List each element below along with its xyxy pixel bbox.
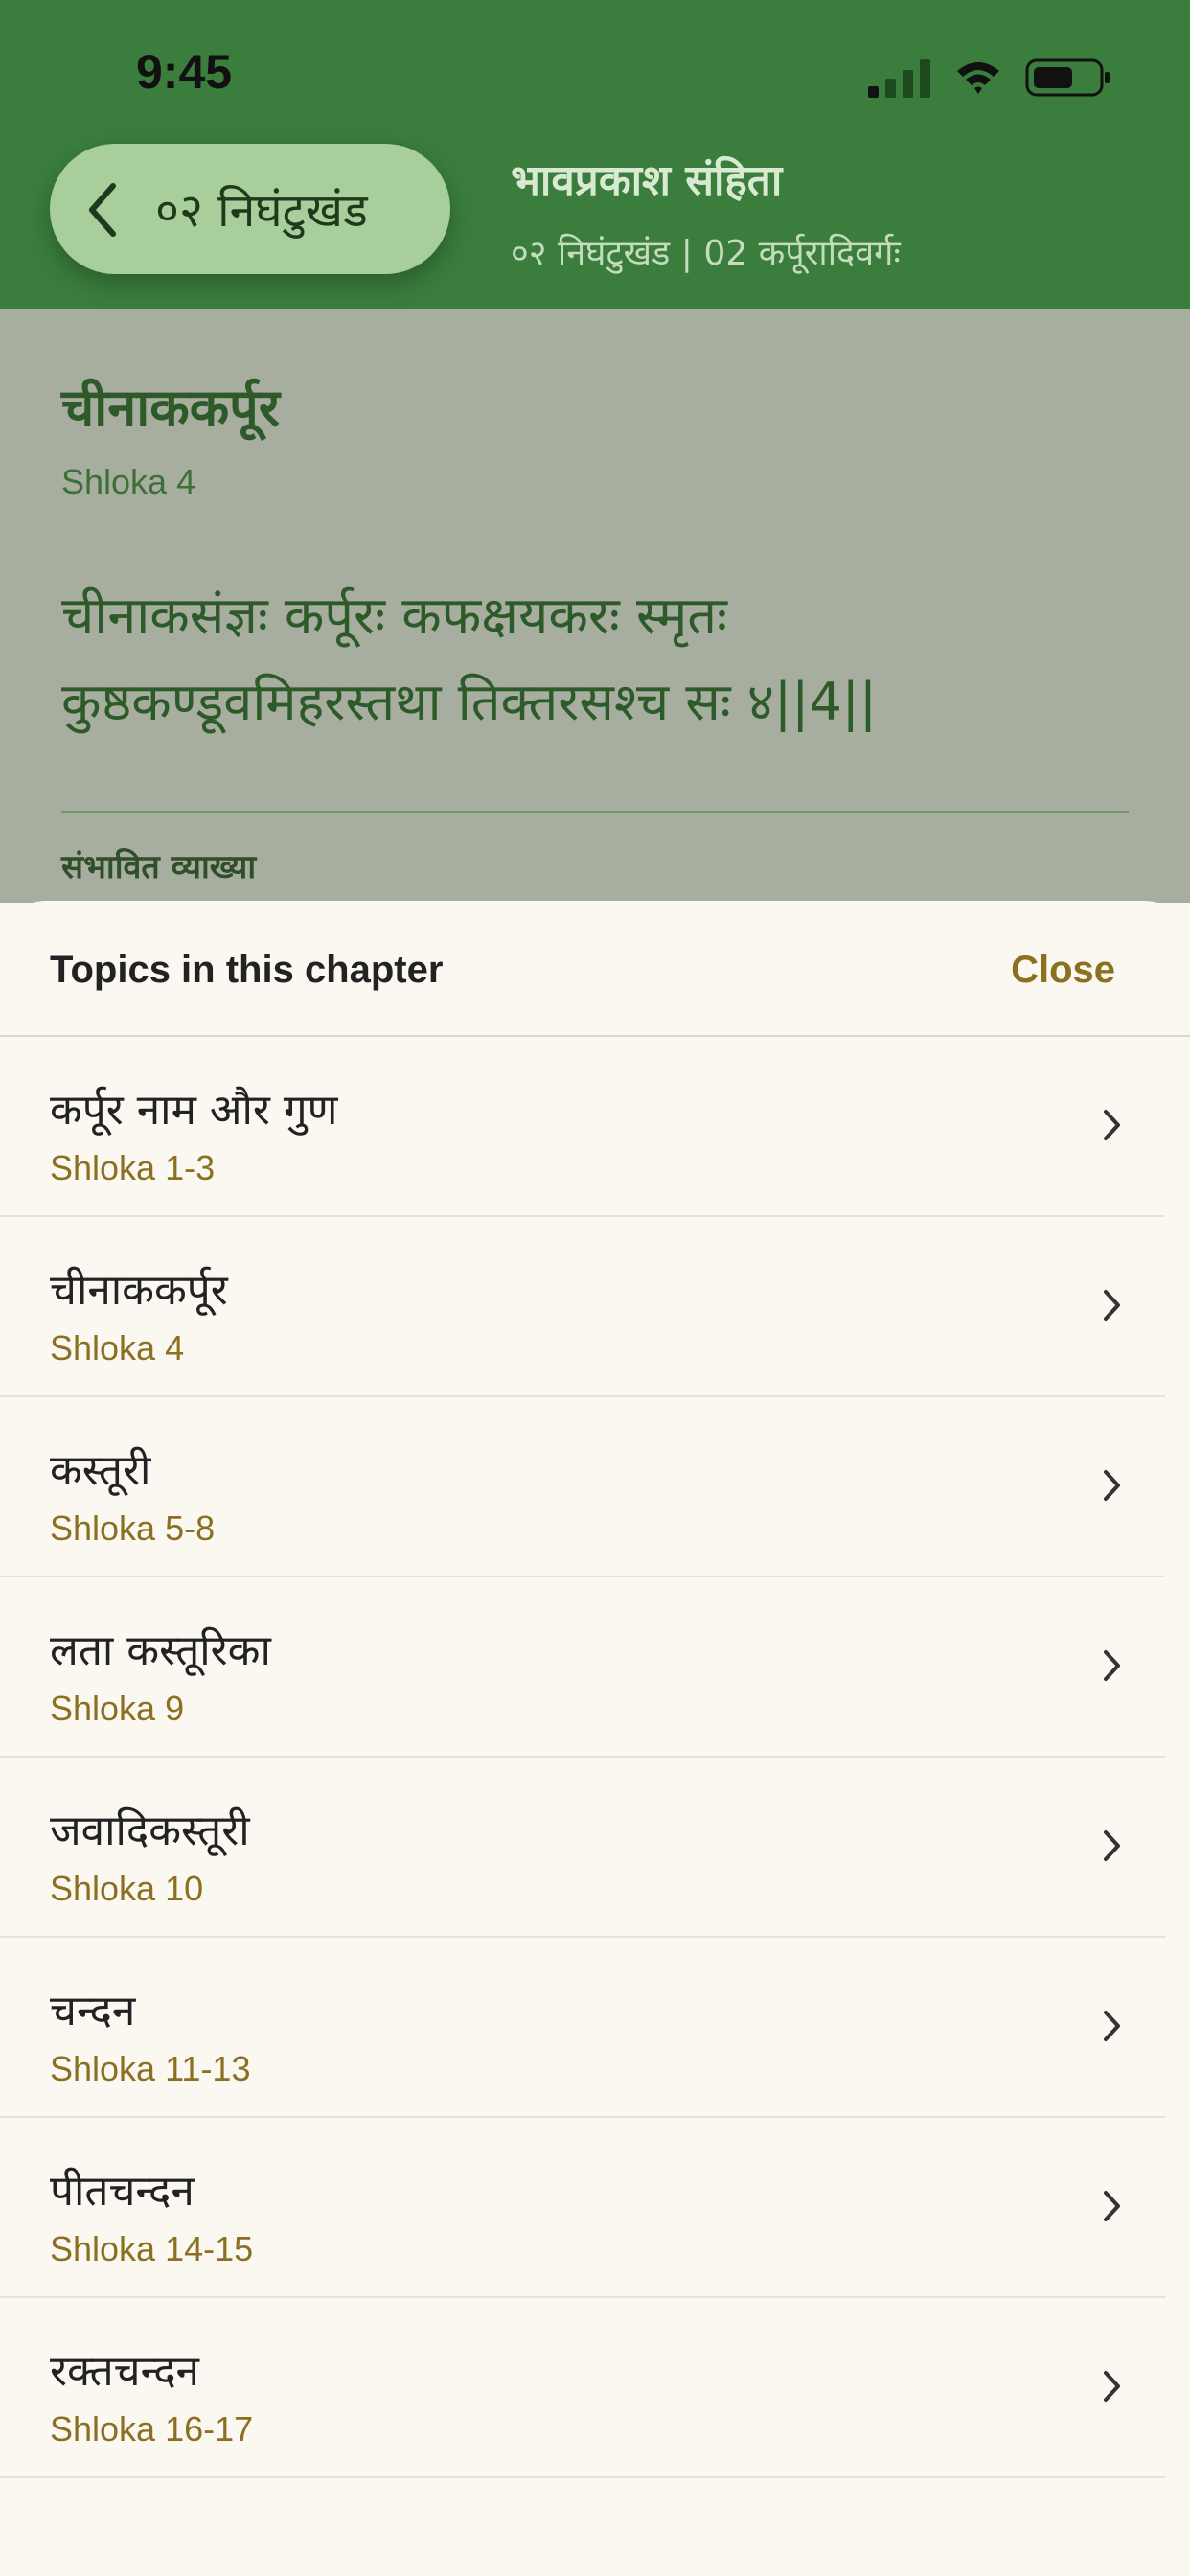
topic-shloka-range: Shloka 14-15 xyxy=(50,2229,254,2268)
chevron-right-icon xyxy=(1104,2371,1120,2402)
topic-name: जवादिकस्तूरी xyxy=(50,1806,250,1855)
chevron-right-icon xyxy=(1104,2011,1120,2041)
sheet-header: Topics in this chapter Close xyxy=(0,901,1190,1037)
topic-shloka-range: Shloka 9 xyxy=(50,1689,185,1728)
page-subtitle: ०२ निघंटुखंड | 02 कर्पूरादिवर्गः xyxy=(511,234,901,273)
topic-row[interactable]: पीतचन्दन Shloka 14-15 xyxy=(0,2118,1165,2298)
topic-shloka-range: Shloka 10 xyxy=(50,1869,204,1908)
topic-name: चीनाककर्पूर xyxy=(50,1266,228,1315)
chevron-right-icon xyxy=(1104,1650,1120,1681)
wifi-icon xyxy=(957,62,999,94)
topic-title: चीनाककर्पूर xyxy=(61,378,280,438)
topic-name: चन्दन xyxy=(50,1987,136,2036)
cellular-signal-icon xyxy=(868,59,930,98)
chevron-right-icon xyxy=(1104,1830,1120,1861)
chevron-right-icon xyxy=(1104,2191,1120,2221)
close-button[interactable]: Close xyxy=(1011,949,1115,992)
topic-shloka-range: Shloka 1-3 xyxy=(50,1148,216,1187)
chevron-right-icon xyxy=(1104,1290,1120,1321)
topic-name: लता कस्तूरिका xyxy=(50,1626,271,1675)
topic-row[interactable]: रक्तचन्दन Shloka 16-17 xyxy=(0,2298,1165,2478)
topics-sheet: Topics in this chapter Close कर्पूर नाम … xyxy=(0,901,1190,2576)
explanation-heading: संभावित व्याख्या xyxy=(61,848,257,886)
topic-row[interactable]: कर्पूर नाम और गुण Shloka 1-3 xyxy=(0,1037,1165,1217)
back-button[interactable]: ०२ निघंटुखंड xyxy=(50,144,450,274)
page-title: भावप्रकाश संहिता xyxy=(511,156,783,205)
topic-name: कस्तूरी xyxy=(50,1446,151,1495)
topic-shloka-range: Shloka 4 xyxy=(50,1328,185,1368)
verse-line-1: चीनाकसंज्ञः कर्पूरः कफक्षयकरः स्मृतः xyxy=(61,586,727,646)
topic-row[interactable]: जवादिकस्तूरी Shloka 10 xyxy=(0,1758,1165,1938)
topic-name: कर्पूर नाम और गुण xyxy=(50,1086,338,1135)
topic-row[interactable]: चन्दन Shloka 11-13 xyxy=(0,1938,1165,2118)
topic-row[interactable]: कस्तूरी Shloka 5-8 xyxy=(0,1397,1165,1577)
chevron-right-icon xyxy=(1104,1470,1120,1501)
status-time: 9:45 xyxy=(136,45,233,99)
topic-shloka-range: Shloka 11-13 xyxy=(50,2049,251,2088)
sheet-title: Topics in this chapter xyxy=(50,949,444,991)
chevron-right-icon xyxy=(1104,1110,1120,1140)
topic-row[interactable]: लता कस्तूरिका Shloka 9 xyxy=(0,1577,1165,1758)
back-button-label: ०२ निघंटुखंड xyxy=(155,184,368,238)
topic-shloka-range: Shloka 5-8 xyxy=(50,1508,216,1548)
topic-list: कर्पूर नाम और गुण Shloka 1-3 चीनाककर्पूर… xyxy=(0,1037,1190,2478)
battery-icon xyxy=(1025,58,1110,97)
verse-line-2: कुष्ठकण्डूवमिहरस्तथा तिक्तरसश्च सः ४||4|… xyxy=(61,672,878,732)
topic-row[interactable]: चीनाककर्पूर Shloka 4 xyxy=(0,1217,1165,1397)
topic-name: पीतचन्दन xyxy=(50,2167,195,2216)
verse-text: चीनाकसंज्ञः कर्पूरः कफक्षयकरः स्मृतः कुष… xyxy=(61,573,1134,746)
topic-name: रक्तचन्दन xyxy=(50,2347,199,2396)
divider xyxy=(61,811,1129,813)
status-bar: 9:45 xyxy=(0,0,1190,134)
topic-shloka-range: Shloka 16-17 xyxy=(50,2409,254,2449)
shloka-number: Shloka 4 xyxy=(61,462,196,501)
chevron-left-icon xyxy=(89,183,116,237)
